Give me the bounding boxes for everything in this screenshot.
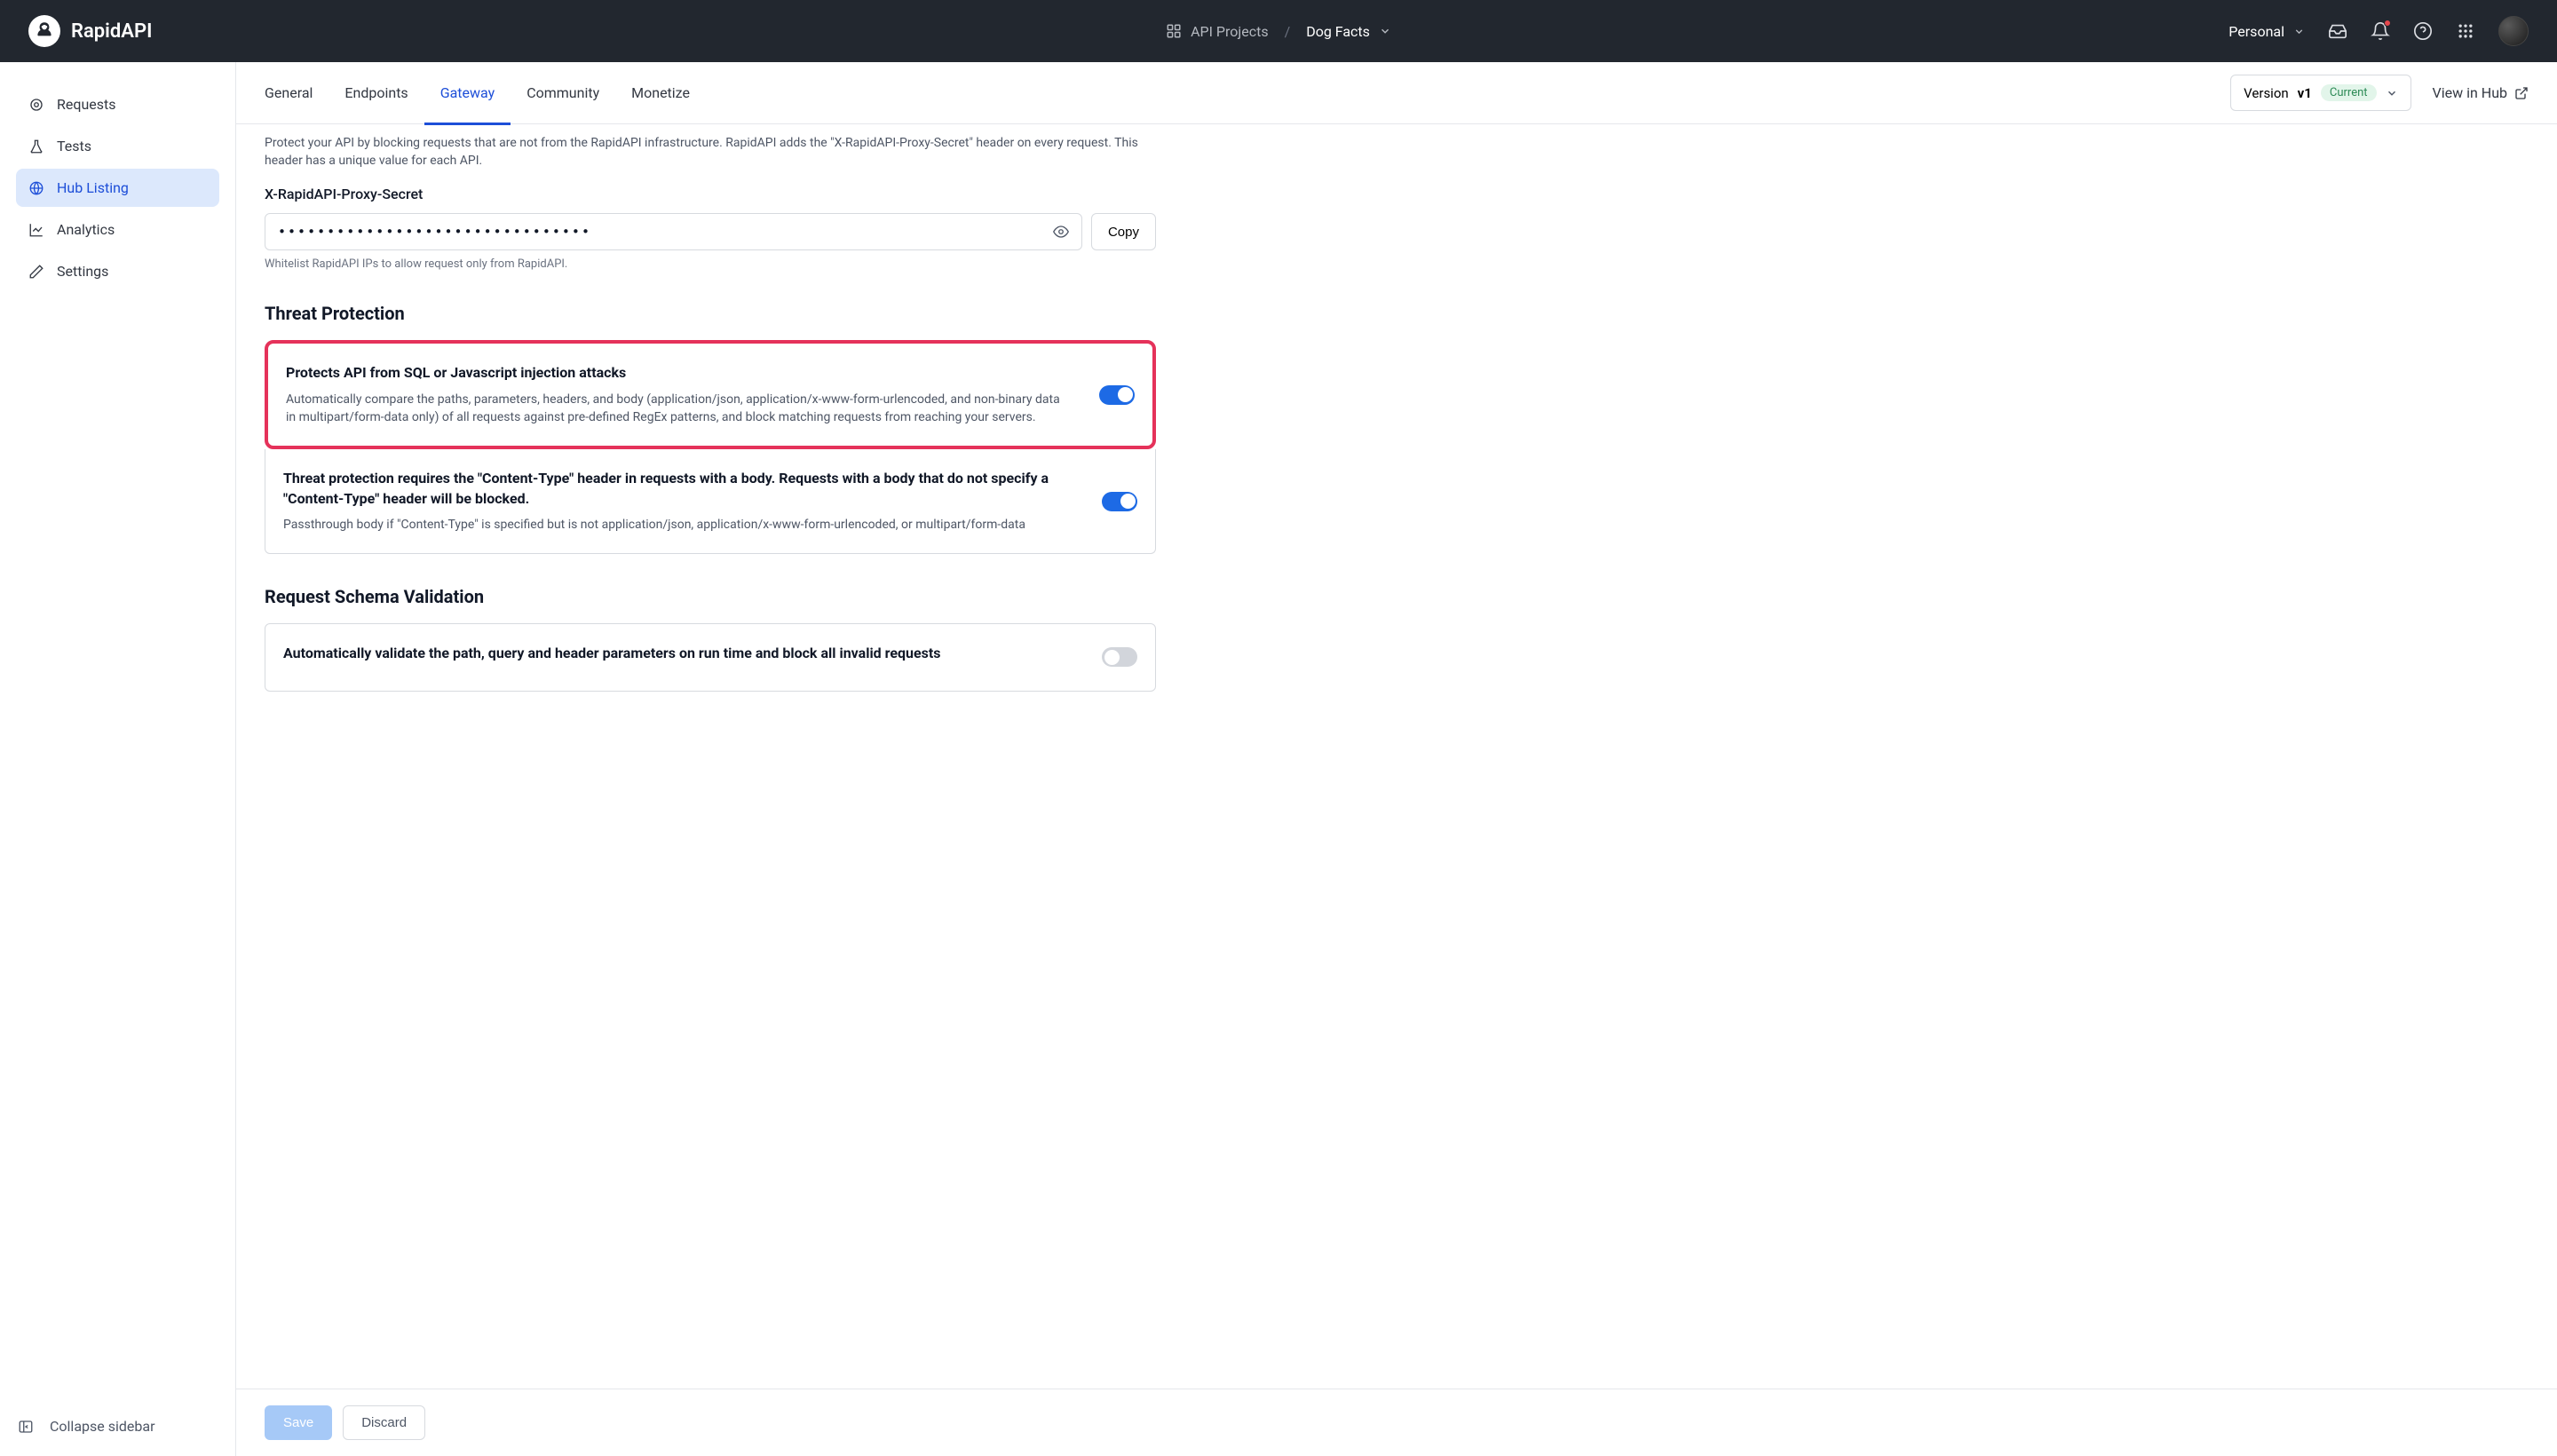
help-icon[interactable] — [2413, 21, 2433, 41]
tab-endpoints[interactable]: Endpoints — [329, 62, 424, 124]
tab-general[interactable]: General — [249, 62, 329, 124]
sidebar-item-hub-listing[interactable]: Hub Listing — [16, 169, 219, 207]
sidebar: Requests Tests Hub Listing Analytics Set… — [0, 62, 236, 1456]
external-link-icon — [2514, 86, 2529, 100]
secret-value: •••••••••••••••••••••••••••••••• — [278, 224, 1053, 240]
sidebar-item-label: Settings — [57, 263, 108, 280]
breadcrumb: API Projects / Dog Facts — [1166, 23, 1391, 40]
threat-protection-title: Threat Protection — [265, 303, 1156, 324]
threat2-toggle[interactable] — [1102, 492, 1137, 511]
tab-label: General — [265, 84, 313, 101]
version-value: v1 — [2298, 85, 2312, 101]
logo-icon — [28, 15, 60, 47]
copy-button[interactable]: Copy — [1091, 213, 1156, 250]
secret-field-label: X-RapidAPI-Proxy-Secret — [265, 186, 1156, 202]
breadcrumb-separator: / — [1285, 23, 1291, 40]
sidebar-item-label: Tests — [57, 138, 91, 154]
brand-name: RapidAPI — [71, 20, 152, 43]
whitelist-hint: Whitelist RapidAPI IPs to allow request … — [265, 257, 1156, 271]
sidebar-item-analytics[interactable]: Analytics — [16, 210, 219, 249]
threat1-title: Protects API from SQL or Javascript inje… — [286, 363, 1073, 383]
sidebar-item-requests[interactable]: Requests — [16, 85, 219, 123]
grid-icon — [1166, 23, 1182, 39]
version-badge: Current — [2321, 84, 2377, 101]
tab-label: Community — [526, 84, 599, 101]
sidebar-item-label: Requests — [57, 96, 116, 113]
bell-icon[interactable] — [2371, 21, 2390, 41]
tab-label: Monetize — [631, 84, 690, 101]
breadcrumb-current-label: Dog Facts — [1306, 23, 1370, 40]
flask-icon — [28, 138, 44, 154]
collapse-sidebar[interactable]: Collapse sidebar — [0, 1397, 235, 1456]
schema1-toggle[interactable] — [1102, 647, 1137, 667]
workspace-selector[interactable]: Personal — [2228, 23, 2305, 40]
tab-label: Endpoints — [344, 84, 408, 101]
threat-card-2: Threat protection requires the "Content-… — [265, 449, 1155, 553]
chevron-down-icon — [2386, 87, 2398, 99]
header-actions: Personal — [2228, 16, 2529, 46]
threat2-title: Threat protection requires the "Content-… — [283, 469, 1075, 509]
inbox-icon[interactable] — [2328, 21, 2347, 41]
chart-icon — [28, 222, 44, 238]
collapse-icon — [18, 1419, 34, 1435]
threat-card-1: Protects API from SQL or Javascript inje… — [268, 344, 1152, 446]
schema1-title: Automatically validate the path, query a… — [283, 644, 941, 663]
chevron-down-icon — [2293, 26, 2305, 37]
save-button[interactable]: Save — [265, 1405, 332, 1440]
content-scroll[interactable]: Protect your API by blocking requests th… — [236, 124, 2557, 1389]
app-header: RapidAPI API Projects / Dog Facts Person… — [0, 0, 2557, 62]
sidebar-item-settings[interactable]: Settings — [16, 252, 219, 290]
proxy-description: Protect your API by blocking requests th… — [265, 135, 1156, 170]
collapse-label: Collapse sidebar — [50, 1418, 154, 1435]
highlighted-card: Protects API from SQL or Javascript inje… — [265, 340, 1156, 449]
schema-card-1: Automatically validate the path, query a… — [265, 624, 1155, 690]
avatar[interactable] — [2498, 16, 2529, 46]
breadcrumb-root[interactable]: API Projects — [1166, 23, 1269, 40]
version-selector[interactable]: Version v1 Current — [2230, 75, 2411, 111]
view-hub-label: View in Hub — [2433, 84, 2507, 101]
threat2-description: Passthrough body if "Content-Type" is sp… — [283, 516, 1075, 534]
sidebar-item-label: Analytics — [57, 221, 115, 238]
tabs: General Endpoints Gateway Community Mone… — [249, 62, 706, 124]
globe-icon — [28, 180, 44, 196]
tab-monetize[interactable]: Monetize — [615, 62, 706, 124]
tab-label: Gateway — [440, 84, 495, 101]
breadcrumb-current[interactable]: Dog Facts — [1306, 23, 1391, 40]
workspace-label: Personal — [2228, 23, 2284, 40]
secret-input[interactable]: •••••••••••••••••••••••••••••••• — [265, 213, 1082, 250]
sidebar-item-tests[interactable]: Tests — [16, 127, 219, 165]
apps-icon[interactable] — [2456, 21, 2475, 41]
threat1-description: Automatically compare the paths, paramet… — [286, 391, 1073, 427]
view-in-hub[interactable]: View in Hub — [2433, 84, 2529, 101]
tabs-row: General Endpoints Gateway Community Mone… — [236, 62, 2557, 124]
breadcrumb-root-label: API Projects — [1191, 23, 1269, 40]
version-prefix: Version — [2244, 85, 2289, 101]
main: General Endpoints Gateway Community Mone… — [236, 62, 2557, 1456]
footer-bar: Save Discard — [236, 1389, 2557, 1456]
reveal-icon[interactable] — [1053, 224, 1069, 240]
chevron-down-icon — [1379, 25, 1391, 37]
tab-community[interactable]: Community — [511, 62, 615, 124]
threat1-toggle[interactable] — [1099, 385, 1135, 405]
discard-button[interactable]: Discard — [343, 1405, 425, 1440]
logo[interactable]: RapidAPI — [28, 15, 152, 47]
tab-gateway[interactable]: Gateway — [424, 62, 511, 124]
notification-dot — [2384, 20, 2391, 27]
sidebar-item-label: Hub Listing — [57, 179, 129, 196]
schema-validation-title: Request Schema Validation — [265, 586, 1156, 607]
pencil-icon — [28, 264, 44, 280]
target-icon — [28, 97, 44, 113]
